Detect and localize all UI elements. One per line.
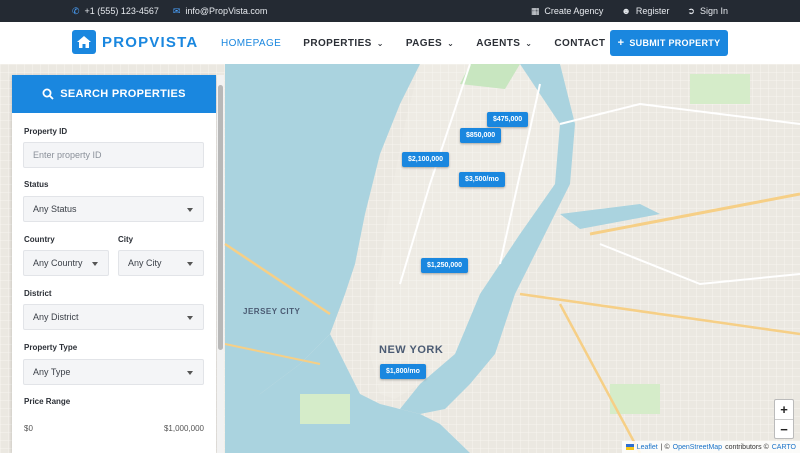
map-label-jersey-city: JERSEY CITY <box>243 307 301 316</box>
chevron-down-icon: ⌄ <box>376 38 384 48</box>
price-max-value: $1,000,000 <box>163 424 204 433</box>
email-link[interactable]: ✉ info@PropVista.com <box>173 6 268 17</box>
price-marker[interactable]: $850,000 <box>460 128 502 143</box>
country-select[interactable]: Any Country <box>23 250 109 276</box>
map-attribution: Leaflet | © OpenStreetMap contributors ©… <box>621 441 800 453</box>
main-nav: HOMEPAGE PROPERTIES ⌄ PAGES ⌄ AGENTS ⌄ CONT… <box>221 22 605 64</box>
building-icon: ▦ <box>530 5 540 16</box>
price-marker[interactable]: $1,800/mo <box>380 364 426 379</box>
nav-homepage[interactable]: HOMEPAGE <box>221 38 281 49</box>
osm-link[interactable]: OpenStreetMap <box>673 444 722 451</box>
house-icon <box>72 30 96 54</box>
price-marker[interactable]: $1,250,000 <box>421 258 469 273</box>
property-type-label: Property Type <box>24 343 78 352</box>
top-bar: ✆ +1 (555) 123-4567 ✉ info@PropVista.com… <box>0 0 800 22</box>
search-panel-header: SEARCH PROPERTIES <box>12 75 216 113</box>
register-link[interactable]: ☻ Register <box>621 6 669 16</box>
nav-pages[interactable]: PAGES ⌄ <box>406 38 454 49</box>
district-label: District <box>24 289 52 298</box>
panel-scrollbar-thumb[interactable] <box>218 85 223 350</box>
nav-agents[interactable]: AGENTS ⌄ <box>476 38 532 49</box>
property-type-select[interactable]: Any Type <box>23 359 204 385</box>
phone-icon: ✆ <box>72 5 80 16</box>
sign-in-icon: ➲ <box>687 5 695 16</box>
search-icon <box>42 88 54 100</box>
map-label-new-york: NEW YORK <box>379 344 444 356</box>
district-select[interactable]: Any District <box>23 304 204 330</box>
flag-icon <box>625 444 634 450</box>
property-id-input[interactable]: Enter property ID <box>23 142 204 168</box>
logo[interactable]: PROPVISTA <box>72 30 198 54</box>
zoom-out-button[interactable]: − <box>775 419 793 438</box>
plus-icon: + <box>617 37 625 49</box>
caret-down-icon <box>187 208 193 212</box>
zoom-control: + − <box>774 399 794 439</box>
city-select[interactable]: Any City <box>118 250 204 276</box>
price-range-label: Price Range <box>24 397 71 406</box>
user-plus-icon: ☻ <box>621 6 631 16</box>
chevron-down-icon: ⌄ <box>525 38 533 48</box>
nav-contact[interactable]: CONTACT <box>554 38 605 49</box>
logo-text: PROPVISTA <box>102 33 199 51</box>
price-marker[interactable]: $2,100,000 <box>402 152 450 167</box>
create-agency-link[interactable]: ▦ Create Agency <box>531 6 604 17</box>
property-id-label: Property ID <box>24 127 68 136</box>
nav-properties[interactable]: PROPERTIES ⌄ <box>303 38 384 49</box>
price-marker[interactable]: $475,000 <box>487 112 529 127</box>
leaflet-link[interactable]: Leaflet <box>637 444 658 451</box>
sign-in-link[interactable]: ➲ Sign In <box>687 6 728 17</box>
envelope-icon: ✉ <box>172 5 181 16</box>
caret-down-icon <box>187 316 193 320</box>
caret-down-icon <box>187 262 193 266</box>
price-min-value: $0 <box>24 424 33 433</box>
search-panel: SEARCH PROPERTIES Property ID Enter prop… <box>12 75 216 453</box>
phone-link[interactable]: ✆ +1 (555) 123-4567 <box>72 6 159 17</box>
submit-property-button[interactable]: + SUBMIT PROPERTY <box>610 30 728 56</box>
carto-link[interactable]: CARTO <box>772 444 796 451</box>
price-marker[interactable]: $3,500/mo <box>459 172 505 187</box>
country-label: Country <box>24 235 55 244</box>
zoom-in-button[interactable]: + <box>775 400 793 419</box>
chevron-down-icon: ⌄ <box>447 38 455 48</box>
caret-down-icon <box>92 262 98 266</box>
caret-down-icon <box>187 371 193 375</box>
status-select[interactable]: Any Status <box>23 196 204 222</box>
city-label: City <box>118 235 134 244</box>
main-header: PROPVISTA HOMEPAGE PROPERTIES ⌄ PAGES ⌄ AG… <box>0 22 800 64</box>
status-label: Status <box>24 180 49 189</box>
